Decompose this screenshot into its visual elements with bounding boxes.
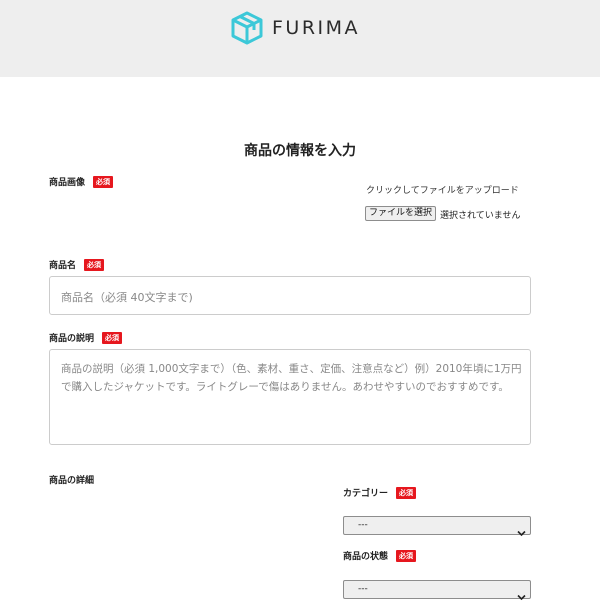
name-label-row: 商品名 必須 [49,258,105,271]
product-name-placeholder: 商品名（必須 40文字まで) [61,291,193,304]
name-label: 商品名 [49,261,77,271]
image-label-row: 商品画像 必須 [49,175,114,188]
choose-file-button[interactable]: ファイルを選択 [365,206,436,221]
condition-label: 商品の状態 [343,552,389,562]
required-badge: 必須 [396,486,417,499]
details-heading-row: 商品の詳細 [49,473,94,486]
logo[interactable]: FURIMA [230,10,360,46]
product-name-input[interactable]: 商品名（必須 40文字まで) [49,276,531,315]
product-description-placeholder: 商品の説明（必須 1,000文字まで）（色、素材、重さ、定価、注意点など）例）2… [61,363,522,393]
condition-label-row: 商品の状態 必須 [343,549,417,562]
condition-select[interactable]: --- [343,580,531,601]
site-header: FURIMA [0,0,600,77]
chevron-down-icon [517,522,526,541]
description-label-row: 商品の説明 必須 [49,331,123,344]
category-label-row: カテゴリー 必須 [343,486,417,499]
required-badge: 必須 [102,331,123,344]
details-heading: 商品の詳細 [49,476,95,486]
image-label: 商品画像 [49,178,86,188]
condition-select-value: --- [358,584,368,594]
box-icon [230,11,264,45]
upload-hint[interactable]: クリックしてファイルをアップロード [366,183,519,196]
product-description-textarea[interactable]: 商品の説明（必須 1,000文字まで）（色、素材、重さ、定価、注意点など）例）2… [49,349,531,445]
category-select-value: --- [358,520,368,530]
required-badge: 必須 [396,549,417,562]
page-title: 商品の情報を入力 [244,143,356,159]
required-badge: 必須 [93,175,114,188]
file-status: 選択されていません [440,211,521,221]
category-label: カテゴリー [343,489,389,499]
required-badge: 必須 [84,258,105,271]
chevron-down-icon [517,586,526,605]
logo-text: FURIMA [272,17,361,39]
description-label: 商品の説明 [49,334,95,344]
category-select[interactable]: --- [343,516,531,537]
